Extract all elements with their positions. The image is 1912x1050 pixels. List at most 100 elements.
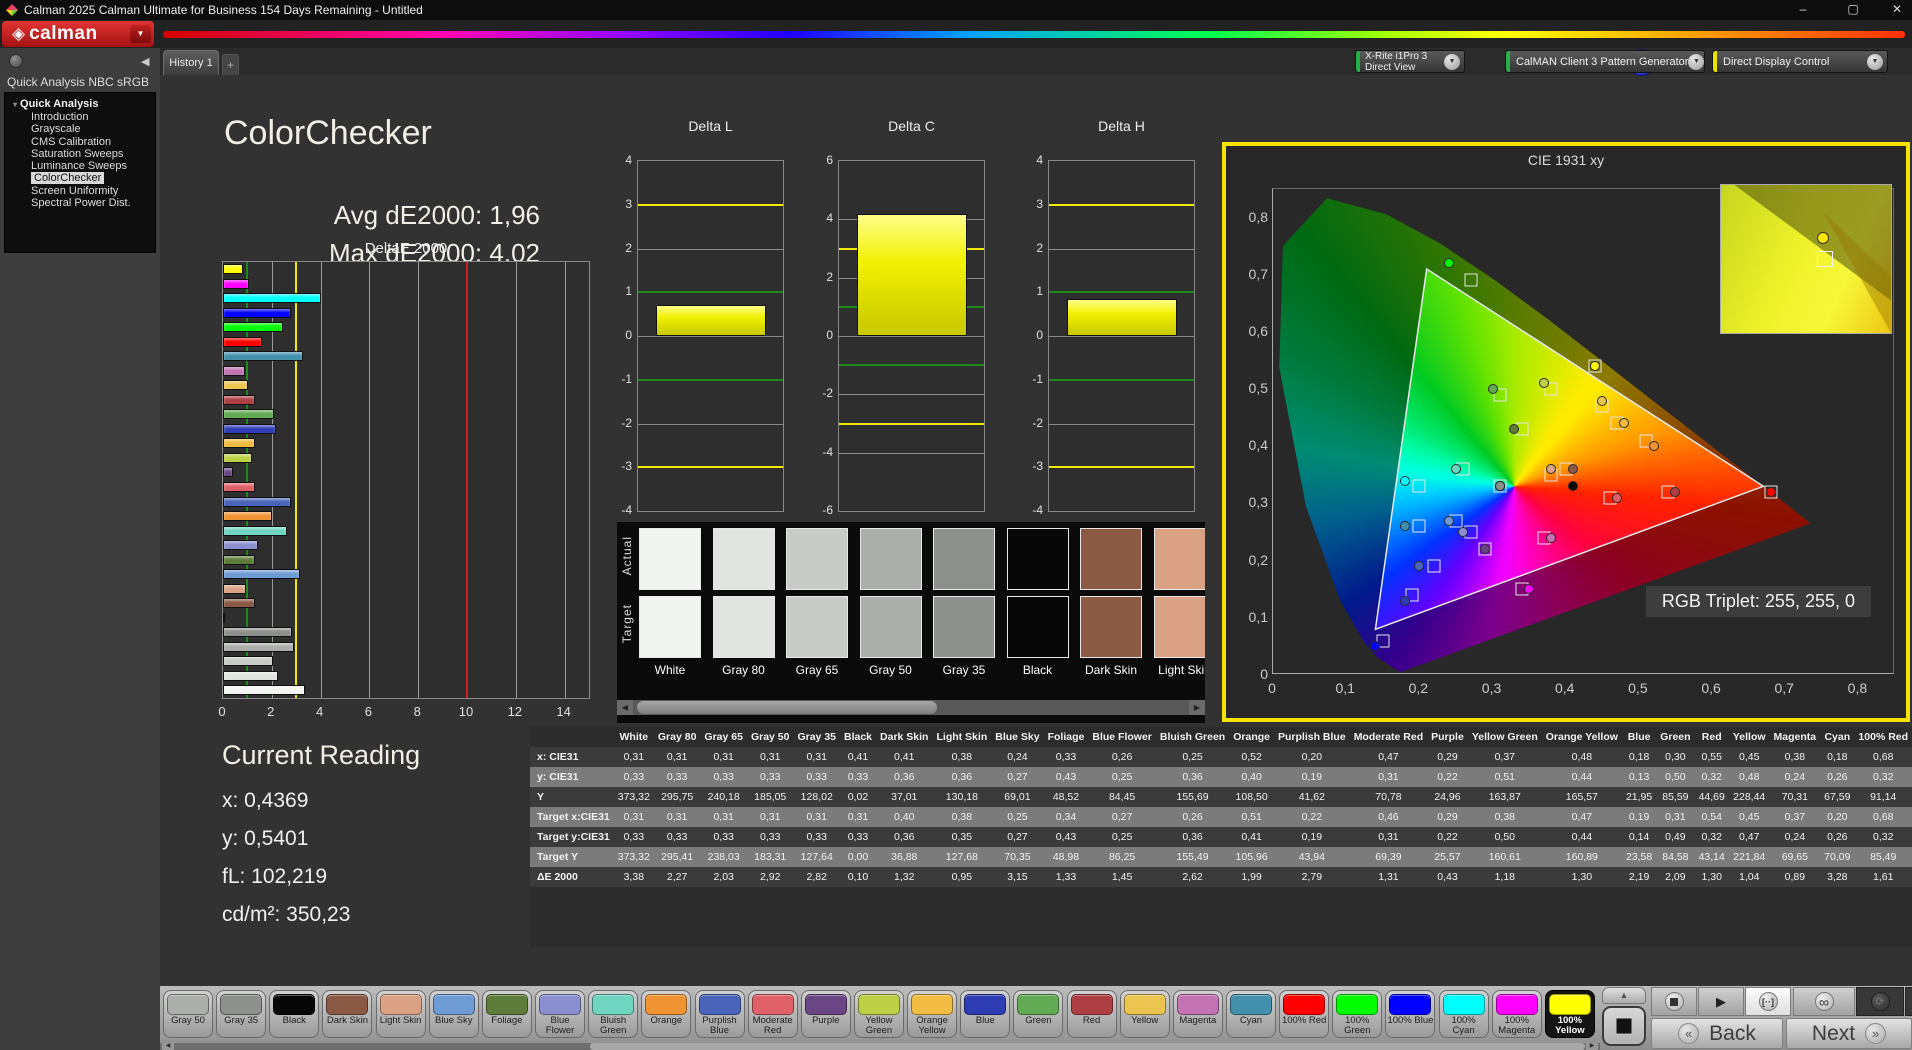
- pattern-button-100-green[interactable]: 100% Green: [1332, 990, 1383, 1038]
- table-cell: 0,31: [793, 747, 840, 767]
- de-bar-100-red: [223, 336, 263, 347]
- sidebar-item-screen-uniformity[interactable]: Screen Uniformity: [5, 185, 155, 197]
- pattern-button-light-skin[interactable]: Light Skin: [375, 990, 426, 1038]
- add-tab-button[interactable]: +: [222, 54, 239, 75]
- pattern-button-orange[interactable]: Orange: [641, 990, 692, 1038]
- table-cell: 0,13: [1621, 767, 1657, 787]
- table-cell: 165,57: [1541, 787, 1622, 807]
- sidebar-item-introduction[interactable]: Introduction: [5, 111, 155, 123]
- cie-x-tick: 0,6: [1701, 680, 1721, 696]
- maximize-button[interactable]: ▢: [1836, 0, 1870, 20]
- pattern-button-purple[interactable]: Purple: [800, 990, 851, 1038]
- next-button[interactable]: Next »: [1786, 1018, 1912, 1049]
- sidebar-item-cms-calibration[interactable]: CMS Calibration: [5, 136, 155, 148]
- sidebar-item-grayscale[interactable]: Grayscale: [5, 123, 155, 135]
- pattern-button-blue-sky[interactable]: Blue Sky: [428, 990, 479, 1038]
- scroll-right-icon[interactable]: ▶: [1586, 1043, 1598, 1050]
- limit-line: [1049, 203, 1194, 206]
- scroll-right-icon[interactable]: ▶: [1189, 700, 1205, 715]
- pattern-button-gray-50[interactable]: Gray 50: [163, 990, 213, 1038]
- continuous-measure-button[interactable]: ∞: [1793, 987, 1855, 1016]
- record-button[interactable]: ●: [1905, 987, 1912, 1016]
- measured-marker-yellow: [1597, 395, 1608, 406]
- pattern-generator-dropdown[interactable]: CalMAN Client 3 Pattern Generator ▼: [1505, 50, 1705, 73]
- play-button[interactable]: ▶: [1698, 987, 1744, 1016]
- pattern-strip-scrollbar[interactable]: ◀ ▶: [160, 1043, 1600, 1050]
- sidebar-item-spectral-power-dist-[interactable]: Spectral Power Dist.: [5, 197, 155, 209]
- pattern-button-yellow-green[interactable]: Yellow Green: [853, 990, 904, 1038]
- pattern-button-blue-flower[interactable]: Blue Flower: [535, 990, 586, 1038]
- tree-root-quick-analysis[interactable]: ▾ Quick Analysis: [5, 98, 155, 111]
- pattern-button-100-red[interactable]: 100% Red: [1279, 990, 1330, 1038]
- pattern-button-cyan[interactable]: Cyan: [1226, 990, 1276, 1038]
- calman-logo-button[interactable]: ◈ calman ▼: [2, 21, 154, 47]
- swatch-scrollbar[interactable]: ◀ ▶: [617, 700, 1205, 715]
- close-button[interactable]: ✕: [1880, 0, 1912, 20]
- sidebar-dot-button[interactable]: [9, 54, 23, 68]
- pattern-button-purplish-blue[interactable]: Purplish Blue: [694, 990, 745, 1038]
- table-cell: 0,27: [991, 767, 1044, 787]
- pattern-button-100-blue[interactable]: 100% Blue: [1385, 990, 1436, 1038]
- sidebar-item-saturation-sweeps[interactable]: Saturation Sweeps: [5, 148, 155, 160]
- table-cell: 228,44: [1728, 787, 1770, 807]
- pattern-button-red[interactable]: Red: [1066, 990, 1117, 1038]
- pattern-button-black[interactable]: Black: [269, 990, 320, 1038]
- table-cell: 0,31: [700, 807, 747, 827]
- scroll-left-icon[interactable]: ◀: [617, 700, 633, 715]
- table-cell: 127,64: [793, 847, 840, 867]
- column-header: Yellow: [1728, 727, 1770, 747]
- scrollbar-thumb[interactable]: [590, 1043, 1585, 1050]
- pattern-button-yellow[interactable]: Yellow: [1119, 990, 1170, 1038]
- column-header: Gray 65: [700, 727, 747, 747]
- swatch-label: Gray 35: [942, 663, 986, 677]
- refresh-button[interactable]: ⟳: [1856, 987, 1904, 1016]
- table-cell: 0,45: [1728, 747, 1770, 767]
- pattern-button-100-cyan[interactable]: 100% Cyan: [1438, 990, 1489, 1038]
- pattern-button-gray-35[interactable]: Gray 35: [216, 990, 267, 1038]
- pattern-button-dark-skin[interactable]: Dark Skin: [322, 990, 373, 1038]
- gridline: [638, 336, 783, 337]
- display-control-dropdown[interactable]: Direct Display Control ▼: [1712, 50, 1888, 73]
- table-cell: 0,19: [1274, 827, 1350, 847]
- single-measure-button[interactable]: [··]: [1745, 987, 1791, 1016]
- pattern-button-blue[interactable]: Blue: [960, 990, 1011, 1038]
- y-tick: 3: [625, 196, 632, 211]
- sidebar-item-luminance-sweeps[interactable]: Luminance Sweeps: [5, 160, 155, 172]
- table-cell: 0,40: [1229, 767, 1274, 787]
- tab-history-1[interactable]: History 1: [163, 50, 219, 75]
- logo-menu-chevron-icon[interactable]: ▼: [130, 25, 151, 43]
- pattern-button-moderate-red[interactable]: Moderate Red: [747, 990, 798, 1038]
- target-swatch-gray-65: [786, 596, 848, 658]
- pattern-button-foliage[interactable]: Foliage: [481, 990, 532, 1038]
- scroll-left-icon[interactable]: ◀: [162, 1043, 174, 1050]
- pattern-swatch: [273, 994, 316, 1015]
- stop-button[interactable]: [1651, 987, 1697, 1016]
- column-header: Green: [1656, 727, 1695, 747]
- table-cell: 48,52: [1043, 787, 1089, 807]
- meter-select-dropdown[interactable]: X-Rite i1Pro 3 Direct View ▼: [1355, 50, 1465, 73]
- table-cell: 0,41: [876, 747, 933, 767]
- table-row: Target y:CIE31 0,33 0,33 0,33 0,33 0,33 0,33 0,…: [530, 827, 1912, 847]
- reference-line-red: [466, 262, 468, 698]
- pattern-window-button[interactable]: [1602, 1006, 1646, 1046]
- table-cell: 0,33: [613, 827, 654, 847]
- minimize-button[interactable]: –: [1786, 0, 1820, 20]
- table-cell: 0,20: [1274, 747, 1350, 767]
- back-button[interactable]: « Back: [1651, 1018, 1783, 1049]
- pattern-button-bluish-green[interactable]: Bluish Green: [588, 990, 639, 1038]
- pattern-button-100-magenta[interactable]: 100% Magenta: [1491, 990, 1542, 1038]
- pattern-button-100-yellow[interactable]: 100% Yellow: [1544, 990, 1595, 1038]
- sidebar-item-colorchecker[interactable]: ColorChecker: [5, 172, 155, 185]
- table-cell: 0,24: [1769, 767, 1821, 787]
- pattern-window-eject-button[interactable]: ▲: [1602, 987, 1646, 1004]
- pattern-button-green[interactable]: Green: [1013, 990, 1064, 1038]
- sidebar-collapse-icon[interactable]: ◀: [141, 55, 149, 68]
- column-header: Gray 50: [746, 727, 794, 747]
- measure-icon: [··]: [1758, 992, 1778, 1011]
- pattern-button-orange-yellow[interactable]: Orange Yellow: [907, 990, 958, 1038]
- table-cell: 0,14: [1621, 827, 1657, 847]
- pattern-label: Foliage: [491, 1015, 523, 1026]
- scrollbar-thumb[interactable]: [637, 701, 937, 714]
- x-tick: 8: [413, 704, 421, 719]
- pattern-button-magenta[interactable]: Magenta: [1172, 990, 1223, 1038]
